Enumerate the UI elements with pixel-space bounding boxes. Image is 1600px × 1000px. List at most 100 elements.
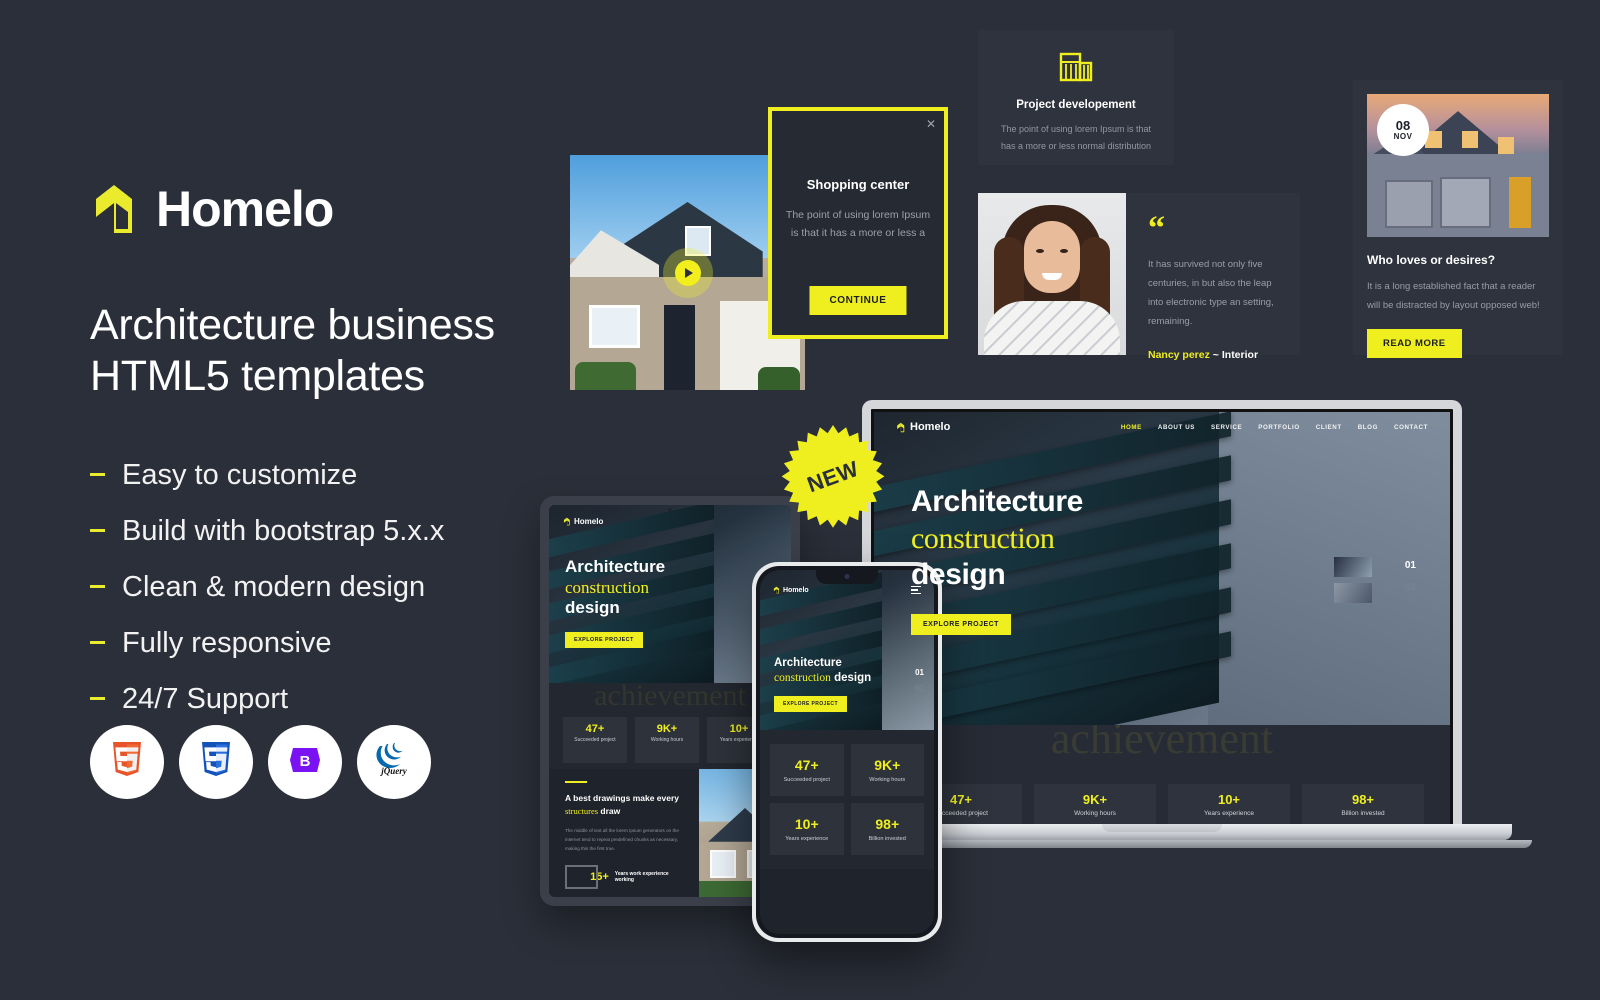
feature-label: Build with bootstrap 5.x.x bbox=[122, 515, 445, 548]
phone-topbar: Homelo bbox=[760, 586, 934, 595]
stat-card: 9K+ Working hours bbox=[850, 744, 924, 796]
stat-card: 10+ Years experience bbox=[1168, 784, 1290, 824]
stat-number: 10+ bbox=[794, 816, 819, 832]
brand-name: Homelo bbox=[156, 181, 334, 237]
stat-label: Succeeded project bbox=[783, 777, 830, 783]
nav-item-contact[interactable]: CONTACT bbox=[1394, 424, 1428, 431]
stat-card: 10+ Years experience bbox=[770, 803, 844, 855]
dash-icon bbox=[90, 641, 105, 645]
html5-icon bbox=[111, 741, 143, 783]
testimonial-text: It has survived not only five centuries,… bbox=[1148, 259, 1274, 328]
bootstrap-badge: B bbox=[268, 725, 342, 799]
date-month: NOV bbox=[1393, 131, 1413, 141]
slide-number-next[interactable]: 02 bbox=[915, 684, 924, 693]
photo-door bbox=[664, 305, 695, 390]
stat-label: Working hours bbox=[869, 777, 906, 783]
accent-bar bbox=[565, 781, 587, 783]
testimonial-card: “ It has survived not only five centurie… bbox=[978, 193, 1300, 361]
phone-slide-numbers: 01 02 bbox=[915, 668, 924, 700]
stat-number: 47+ bbox=[949, 792, 973, 807]
continue-button[interactable]: CONTINUE bbox=[809, 286, 907, 315]
stat-number: 98+ bbox=[875, 816, 900, 832]
date-badge: 08 NOV bbox=[1377, 104, 1429, 156]
achievement-stats-row: 47+ Succeeded project 9K+ Working hours … bbox=[900, 784, 1424, 824]
modal-body-text: The point of using lorem Ipsum is that i… bbox=[785, 209, 931, 240]
stat-number: 10+ bbox=[729, 723, 749, 735]
nav-item-client[interactable]: CLIENT bbox=[1316, 424, 1342, 431]
avatar bbox=[978, 193, 1126, 355]
hero-line-1: Architecture bbox=[911, 485, 1083, 518]
stat-label: Years experience bbox=[1204, 810, 1254, 817]
tech-badge-row: B jQuery bbox=[90, 725, 431, 799]
laptop-nav-logo-text: Homelo bbox=[910, 421, 951, 433]
slide-thumbnail-2[interactable] bbox=[1334, 583, 1372, 603]
stat-number: 10+ bbox=[1217, 792, 1241, 807]
phone-hero-section: Homelo Architecture construction design … bbox=[760, 570, 934, 730]
camera-icon bbox=[844, 574, 850, 579]
tablet-logo[interactable]: Homelo bbox=[563, 517, 603, 526]
explore-project-button[interactable]: EXPLORE PROJECT bbox=[911, 613, 1011, 635]
slide-number-current[interactable]: 01 bbox=[1405, 560, 1416, 571]
phone-hero-text: Architecture construction design EXPLORE… bbox=[774, 656, 871, 713]
nav-item-home[interactable]: HOME bbox=[1121, 424, 1142, 431]
list-item: Build with bootstrap 5.x.x bbox=[90, 515, 570, 548]
laptop-nav-logo[interactable]: Homelo bbox=[896, 421, 950, 433]
hero-line-3: design bbox=[565, 598, 620, 618]
stat-card: 98+ Billion invested bbox=[850, 803, 924, 855]
nav-item-about-us[interactable]: ABOUT US bbox=[1158, 424, 1195, 431]
slide-thumbnail-1[interactable] bbox=[1334, 557, 1372, 577]
about-title-b: structures bbox=[565, 805, 599, 816]
page-title: Architecture business HTML5 templates bbox=[90, 300, 570, 401]
nav-item-service[interactable]: SERVICE bbox=[1211, 424, 1242, 431]
laptop-mockup: Homelo HOME ABOUT US SERVICE PORTFOLIO C… bbox=[792, 400, 1532, 848]
svg-text:jQuery: jQuery bbox=[379, 766, 408, 776]
tablet-hero-text: Architecture construction design EXPLORE… bbox=[565, 557, 665, 649]
nav-item-portfolio[interactable]: PORTFOLIO bbox=[1258, 424, 1300, 431]
experience-label: Years work experience working bbox=[614, 871, 669, 884]
bootstrap-icon: B bbox=[288, 745, 322, 780]
hamburger-icon[interactable] bbox=[911, 586, 921, 595]
laptop-achievement-section: achievement 47+ Succeeded project 9K+ Wo… bbox=[874, 725, 1450, 824]
stat-number: 47+ bbox=[585, 723, 605, 735]
phone-logo[interactable]: Homelo bbox=[773, 586, 809, 594]
stat-card: 47+ Succeeded project bbox=[563, 717, 627, 763]
phone-logo-text: Homelo bbox=[783, 586, 809, 594]
stat-label: Billion invested bbox=[868, 836, 906, 842]
brand-logo: Homelo bbox=[90, 180, 570, 238]
list-item: Clean & modern design bbox=[90, 571, 570, 604]
jquery-badge: jQuery bbox=[357, 725, 431, 799]
feature-list: Easy to customize Build with bootstrap 5… bbox=[90, 459, 570, 716]
service-card: Project developement The point of using … bbox=[978, 30, 1174, 165]
author-separator: ~ bbox=[1212, 349, 1219, 362]
stat-label: Years experience bbox=[785, 836, 829, 842]
laptop-slide-numbers: 01 02 bbox=[1405, 560, 1416, 604]
nav-item-blog[interactable]: BLOG bbox=[1358, 424, 1378, 431]
stat-number: 47+ bbox=[794, 757, 819, 773]
laptop-hero-text: Architecture construction design EXPLORE… bbox=[911, 484, 1083, 635]
blog-title: Who loves or desires? bbox=[1367, 253, 1496, 267]
slide-number-next[interactable]: 02 bbox=[1405, 582, 1416, 593]
stat-label: Working hours bbox=[650, 737, 684, 743]
stat-card: 47+ Succeeded project bbox=[770, 744, 844, 796]
stat-number: 98+ bbox=[1351, 792, 1375, 807]
play-icon[interactable] bbox=[674, 259, 701, 286]
close-icon[interactable]: ✕ bbox=[926, 117, 936, 131]
tablet-logo-text: Homelo bbox=[574, 517, 604, 526]
html5-badge bbox=[90, 725, 164, 799]
svg-text:B: B bbox=[300, 753, 311, 770]
read-more-button[interactable]: READ MORE bbox=[1367, 329, 1462, 359]
photo-shrub bbox=[574, 361, 636, 390]
homelo-logo-icon bbox=[90, 181, 146, 237]
photo-window bbox=[588, 305, 641, 348]
photo-shrub bbox=[758, 366, 801, 390]
service-title: Project developement bbox=[1016, 99, 1136, 111]
explore-project-button[interactable]: EXPLORE PROJECT bbox=[774, 696, 847, 713]
laptop-slide-thumbnails[interactable] bbox=[1334, 557, 1372, 609]
hero-line-2: construction bbox=[774, 671, 831, 684]
left-info-panel: Homelo Architecture business HTML5 templ… bbox=[90, 180, 570, 799]
feature-label: 24/7 Support bbox=[122, 683, 289, 716]
slide-number-current[interactable]: 01 bbox=[915, 668, 924, 677]
list-item: 24/7 Support bbox=[90, 683, 570, 716]
about-title-c: draw bbox=[600, 805, 621, 816]
explore-project-button[interactable]: EXPLORE PROJECT bbox=[565, 632, 643, 649]
